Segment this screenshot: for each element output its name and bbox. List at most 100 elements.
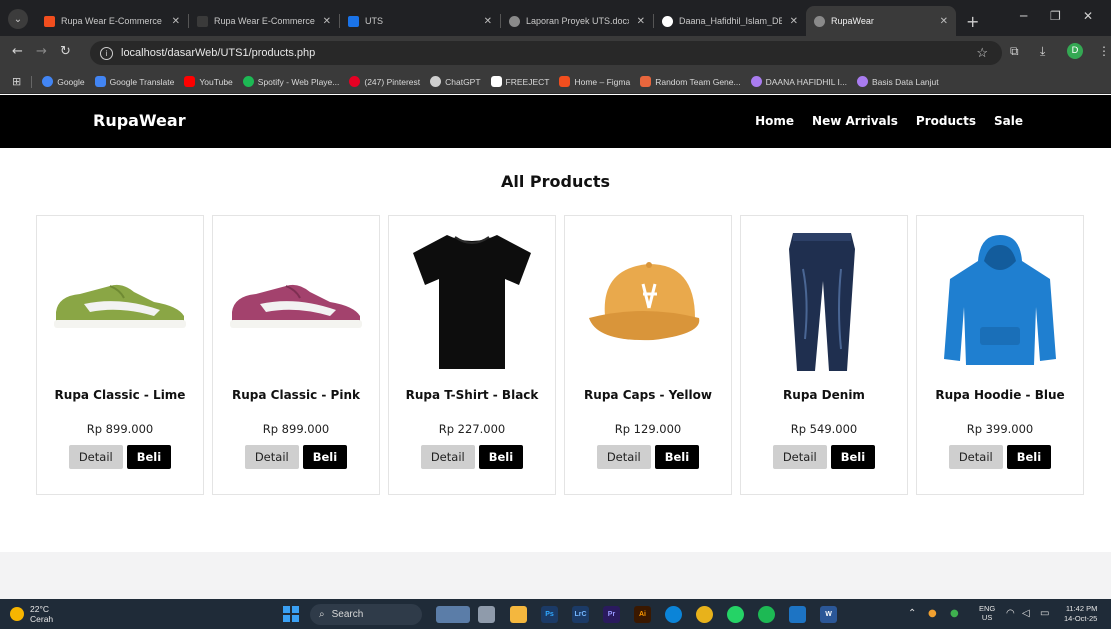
- search-label: Search: [331, 609, 364, 620]
- system-clock[interactable]: 11:42 PM 14-Oct-25: [1064, 604, 1097, 624]
- tab-rupa-wear[interactable]: Rupa Wear E-Commerce ✕: [189, 6, 339, 36]
- whatsapp-icon[interactable]: [727, 606, 744, 623]
- bookmark-basis-data[interactable]: Basis Data Lanjut: [857, 76, 939, 87]
- spotify-icon[interactable]: [758, 606, 775, 623]
- buy-button[interactable]: Beli: [478, 445, 524, 469]
- bookmark-daana[interactable]: DAANA HAFIDHIL I...: [750, 76, 847, 87]
- bookmark-star-icon[interactable]: ☆: [976, 45, 988, 61]
- address-bar[interactable]: i localhost/dasarWeb/UTS1/products.php ☆: [90, 41, 1002, 65]
- tab-title: Rupa Wear E-Commerce -: [61, 16, 164, 26]
- profile-avatar[interactable]: D: [1067, 43, 1083, 59]
- tab-laporan[interactable]: Laporan Proyek UTS.docx ✕: [501, 6, 653, 36]
- file-explorer-icon[interactable]: [510, 606, 527, 623]
- product-grid: Rupa Classic - Lime Rp 899.000 Detail Be…: [36, 215, 1084, 495]
- bookmark-label: Basis Data Lanjut: [872, 76, 939, 87]
- wifi-icon[interactable]: ◠: [1006, 608, 1015, 619]
- close-icon[interactable]: ✕: [323, 16, 331, 27]
- close-icon[interactable]: ✕: [172, 16, 180, 27]
- pinterest-icon: [349, 76, 361, 87]
- back-icon[interactable]: ←: [12, 44, 23, 59]
- tray-overflow-icon[interactable]: ⌃: [908, 608, 916, 619]
- language-code: ENG: [979, 604, 996, 613]
- chrome-icon[interactable]: [696, 606, 713, 623]
- tray-app-icon[interactable]: ●: [950, 608, 959, 619]
- bookmark-youtube[interactable]: YouTube: [184, 76, 233, 87]
- bookmark-google-translate[interactable]: Google Translate: [94, 76, 174, 87]
- tab-uts[interactable]: UTS ✕: [340, 6, 500, 36]
- forward-icon[interactable]: →: [36, 44, 47, 59]
- site-info-icon[interactable]: i: [100, 46, 113, 60]
- vscode-icon[interactable]: [789, 606, 806, 623]
- keyboard-layout: US: [981, 613, 993, 622]
- buy-button[interactable]: Beli: [1006, 445, 1052, 469]
- close-icon[interactable]: ✕: [637, 16, 645, 27]
- taskbar-search[interactable]: ⌕ Search: [310, 604, 422, 625]
- site-header: RupaWear Home New Arrivals Products Sale: [0, 95, 1111, 148]
- menu-icon[interactable]: ⋮: [1098, 44, 1110, 58]
- globe-icon: [814, 15, 825, 27]
- detail-button[interactable]: Detail: [596, 445, 651, 469]
- nav-products[interactable]: Products: [916, 114, 976, 128]
- bookmark-google[interactable]: Google: [42, 76, 85, 87]
- address-toolbar: ← → ↻ i localhost/dasarWeb/UTS1/products…: [0, 36, 1111, 70]
- premiere-icon[interactable]: Pr: [603, 606, 620, 623]
- download-icon[interactable]: ⤓: [1040, 44, 1045, 59]
- close-window-icon[interactable]: ✕: [1083, 9, 1093, 23]
- new-tab-button[interactable]: +: [956, 6, 989, 36]
- tab-rupa-wear-figma[interactable]: Rupa Wear E-Commerce - ✕: [36, 6, 188, 36]
- windows-start-icon[interactable]: [283, 606, 299, 622]
- bookmark-divider: [31, 75, 33, 88]
- page-title: All Products: [500, 172, 611, 191]
- bookmarks-bar: ⊞ Google Google Translate YouTube Spotif…: [0, 70, 1111, 94]
- detail-button[interactable]: Detail: [68, 445, 123, 469]
- buy-button[interactable]: Beli: [830, 445, 876, 469]
- tray-app-icon[interactable]: ●: [928, 608, 937, 619]
- tab-rupawear-active[interactable]: RupaWear ✕: [806, 6, 956, 36]
- detail-button[interactable]: Detail: [244, 445, 299, 469]
- bookmark-pinterest[interactable]: (247) Pinterest: [349, 76, 420, 87]
- buy-button[interactable]: Beli: [126, 445, 172, 469]
- task-view-icon[interactable]: [478, 606, 495, 623]
- extensions-icon[interactable]: ⧉: [1010, 44, 1019, 59]
- clock-time: 11:42 PM: [1065, 604, 1098, 613]
- minimize-icon[interactable]: ─: [1020, 9, 1027, 23]
- search-icon: ⌕: [319, 609, 325, 620]
- edge-icon[interactable]: [665, 606, 682, 623]
- lightroom-icon[interactable]: LrC: [572, 606, 589, 623]
- weather-widget[interactable]: 22°C Cerah: [10, 604, 53, 624]
- hoodie-blue-icon: [917, 226, 1083, 376]
- bookmark-freeject[interactable]: FREEJECT: [490, 76, 549, 87]
- tab-github[interactable]: Daana_Hafidhil_Islam_DES ✕: [654, 6, 806, 36]
- product-name: Rupa T-Shirt - Black: [405, 388, 539, 402]
- volume-icon[interactable]: ◁: [1022, 608, 1030, 619]
- detail-button[interactable]: Detail: [420, 445, 475, 469]
- language-indicator[interactable]: ENG US: [979, 604, 995, 622]
- illustrator-icon[interactable]: Ai: [634, 606, 651, 623]
- apps-grid-icon[interactable]: ⊞: [12, 75, 21, 88]
- browser-tab-strip: ⌄ Rupa Wear E-Commerce - ✕ Rupa Wear E-C…: [0, 0, 1111, 36]
- detail-button[interactable]: Detail: [772, 445, 827, 469]
- nav-home[interactable]: Home: [755, 114, 794, 128]
- word-icon[interactable]: W: [820, 606, 837, 623]
- restore-icon[interactable]: ❐: [1050, 9, 1061, 23]
- product-price: Rp 227.000: [438, 422, 506, 436]
- bookmark-figma[interactable]: Home – Figma: [559, 76, 630, 87]
- reload-icon[interactable]: ↻: [60, 44, 71, 59]
- close-icon[interactable]: ✕: [790, 16, 798, 27]
- photoshop-icon[interactable]: Ps: [541, 606, 558, 623]
- bookmark-spotify[interactable]: Spotify - Web Playe...: [242, 76, 339, 87]
- product-card: Rupa Hoodie - Blue Rp 399.000 Detail Bel…: [916, 215, 1084, 495]
- bookmark-random-team[interactable]: Random Team Gene...: [640, 76, 741, 87]
- close-icon[interactable]: ✕: [940, 16, 948, 27]
- close-icon[interactable]: ✕: [484, 16, 492, 27]
- news-widget-icon[interactable]: [436, 606, 470, 623]
- battery-icon[interactable]: ▭: [1040, 608, 1049, 619]
- buy-button[interactable]: Beli: [654, 445, 700, 469]
- bookmark-chatgpt[interactable]: ChatGPT: [430, 76, 481, 87]
- nav-new-arrivals[interactable]: New Arrivals: [812, 114, 898, 128]
- tab-search-button[interactable]: ⌄: [8, 9, 28, 29]
- detail-button[interactable]: Detail: [948, 445, 1003, 469]
- nav-sale[interactable]: Sale: [994, 114, 1023, 128]
- buy-button[interactable]: Beli: [302, 445, 348, 469]
- brand-logo[interactable]: RupaWear: [93, 111, 186, 130]
